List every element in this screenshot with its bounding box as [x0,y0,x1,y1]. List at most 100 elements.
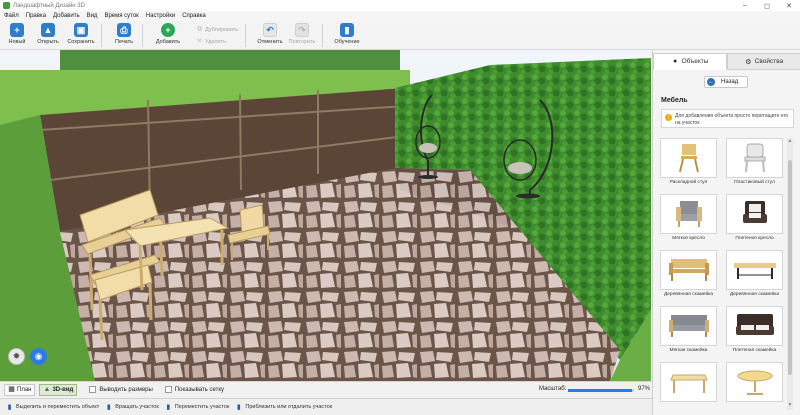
catalog-item[interactable]: Плетеная скамейка [726,306,783,356]
catalog-item[interactable]: Раскладной стул [660,138,717,188]
catalog-scrollbar-thumb[interactable] [788,160,792,375]
close-icon[interactable]: ✕ [778,0,800,11]
menu-add[interactable]: Добавить [53,13,80,19]
save-button[interactable]: ▣ Сохранить [67,23,95,49]
3d-view-button[interactable]: ▲ 3D-вид [39,383,78,396]
panel-tabs: ● Объекты ⚙ Свойства [653,53,800,70]
status-rotate: ▮ Вращать участок [106,403,159,411]
catalog-item[interactable]: Пластиковый стул [726,138,783,188]
camera-mode-icon[interactable]: ◉ [30,348,47,365]
zoom-value: 97% [638,386,651,392]
soft-bench-icon [660,306,717,346]
back-button[interactable]: ← Назад [704,76,748,88]
garden-scene-render [0,50,651,381]
mouse-icon: ▮ [106,403,111,411]
checkbox-box[interactable] [89,386,97,393]
plan-icon: ▦ [8,386,15,393]
wooden-bench-icon [660,250,717,290]
info-icon: ! [665,114,672,121]
view-bar: ▦ План ▲ 3D-вид Выводить размеры Показыв… [0,381,652,397]
menu-bar: Файл Правка Добавить Вид Время суток Нас… [0,11,800,21]
show-sizes-checkbox[interactable]: Выводить размеры [89,386,153,393]
duplicate-icon: ⧉ [197,26,202,33]
scroll-down-icon[interactable]: ▼ [787,402,793,408]
catalog-item[interactable] [726,362,783,412]
new-file-icon: + [10,23,24,37]
save-disk-icon: ▣ [74,23,88,37]
tree-icon: ▲ [43,386,51,393]
delete-button[interactable]: ✕ Удалить [196,37,226,46]
add-button[interactable]: + Добавить [155,23,181,49]
title-bar: Ландшафтный Дизайн 3D – ◻ ✕ [0,0,800,11]
round-table-icon [726,362,783,402]
show-grid-checkbox[interactable]: Показывать сетку [164,386,224,393]
gear-icon: ⚙ [745,58,752,66]
open-folder-icon: ▲ [41,23,55,37]
menu-settings[interactable]: Настройки [146,13,175,19]
checkbox-box[interactable] [164,386,172,393]
toolbar-separator [245,24,246,47]
furniture-catalog: Раскладной стул Пластиковый стул Мягкое … [660,138,786,415]
scroll-up-icon[interactable]: ▲ [787,138,793,144]
wooden-table-icon [660,362,717,402]
plastic-chair-icon [726,138,783,178]
tab-objects[interactable]: ● Объекты [653,53,727,70]
zoom-slider-fill [568,389,633,392]
tab-properties[interactable]: ⚙ Свойства [727,53,800,70]
toolbar-separator [101,24,102,47]
maximize-icon[interactable]: ◻ [756,0,778,11]
menu-file[interactable]: Файл [4,13,19,19]
back-arrow-icon: ← [707,78,715,86]
status-zoom: ▮ Приблизить или отдалить участок [236,403,333,411]
window-title: Ландшафтный Дизайн 3D [13,2,85,9]
book-icon: ▮ [340,23,354,37]
catalog-item[interactable]: Мягкая скамейка [660,306,717,356]
menu-edit[interactable]: Правка [26,13,46,19]
new-button[interactable]: + Новый [7,23,27,49]
drag-hint: ! Для добавления объекта просто перетащи… [661,109,794,128]
soft-armchair-icon [660,194,717,234]
menu-help[interactable]: Справка [182,13,206,19]
open-button[interactable]: ▲ Открыть [36,23,60,49]
catalog-item[interactable]: Деревянная скамейка [726,250,783,300]
rotate-view-icon[interactable]: ✹ [8,348,25,365]
menu-view[interactable]: Вид [87,13,98,19]
minimize-icon[interactable]: – [734,0,756,11]
print-icon: ⎙ [117,23,131,37]
status-bar: ▮ Выделить и переместить объект ▮ Вращат… [0,398,652,415]
menu-time-of-day[interactable]: Время суток [104,13,138,19]
redo-button[interactable]: ↷ Повторить [287,23,317,49]
folding-chair-icon [660,138,717,178]
undo-arrow-icon: ↶ [263,23,277,37]
undo-button[interactable]: ↶ Отменить [257,23,283,49]
wicker-bench-icon [726,306,783,346]
catalog-item[interactable]: Деревянная скамейка [660,250,717,300]
catalog-item[interactable]: Мягкое кресло [660,194,717,244]
toolbar: + Новый ▲ Открыть ▣ Сохранить ⎙ Печать +… [0,21,800,50]
objects-panel: ● Объекты ⚙ Свойства ← Назад Мебель ! Дл… [652,50,800,415]
3d-viewport[interactable]: ✹ ◉ [0,50,651,381]
catalog-item[interactable]: Плетеное кресло [726,194,783,244]
duplicate-button[interactable]: ⧉ Дублировать [196,25,238,34]
status-select-move: ▮ Выделить и переместить объект [7,403,100,411]
redo-arrow-icon: ↷ [295,23,309,37]
status-move: ▮ Переместить участок [166,403,230,411]
add-plus-icon: + [161,23,175,37]
plan-view-button[interactable]: ▦ План [4,383,36,396]
mouse-icon: ▮ [7,403,12,411]
mouse-icon: ▮ [166,403,171,411]
print-button[interactable]: ⎙ Печать [114,23,134,49]
toolbar-separator [322,24,323,47]
section-title: Мебель [661,97,688,104]
delete-icon: ✕ [196,38,203,45]
zoom-slider[interactable] [568,389,634,392]
wooden-bench-icon [726,250,783,290]
app-logo-icon [3,2,10,9]
learn-button[interactable]: ▮ Обучение [334,23,360,49]
objects-icon: ● [672,58,678,65]
mouse-wheel-icon: ▮ [236,403,241,411]
toolbar-separator [142,24,143,47]
zoom-label: Масштаб: [539,386,567,392]
catalog-item[interactable] [660,362,717,412]
wicker-armchair-icon [726,194,783,234]
